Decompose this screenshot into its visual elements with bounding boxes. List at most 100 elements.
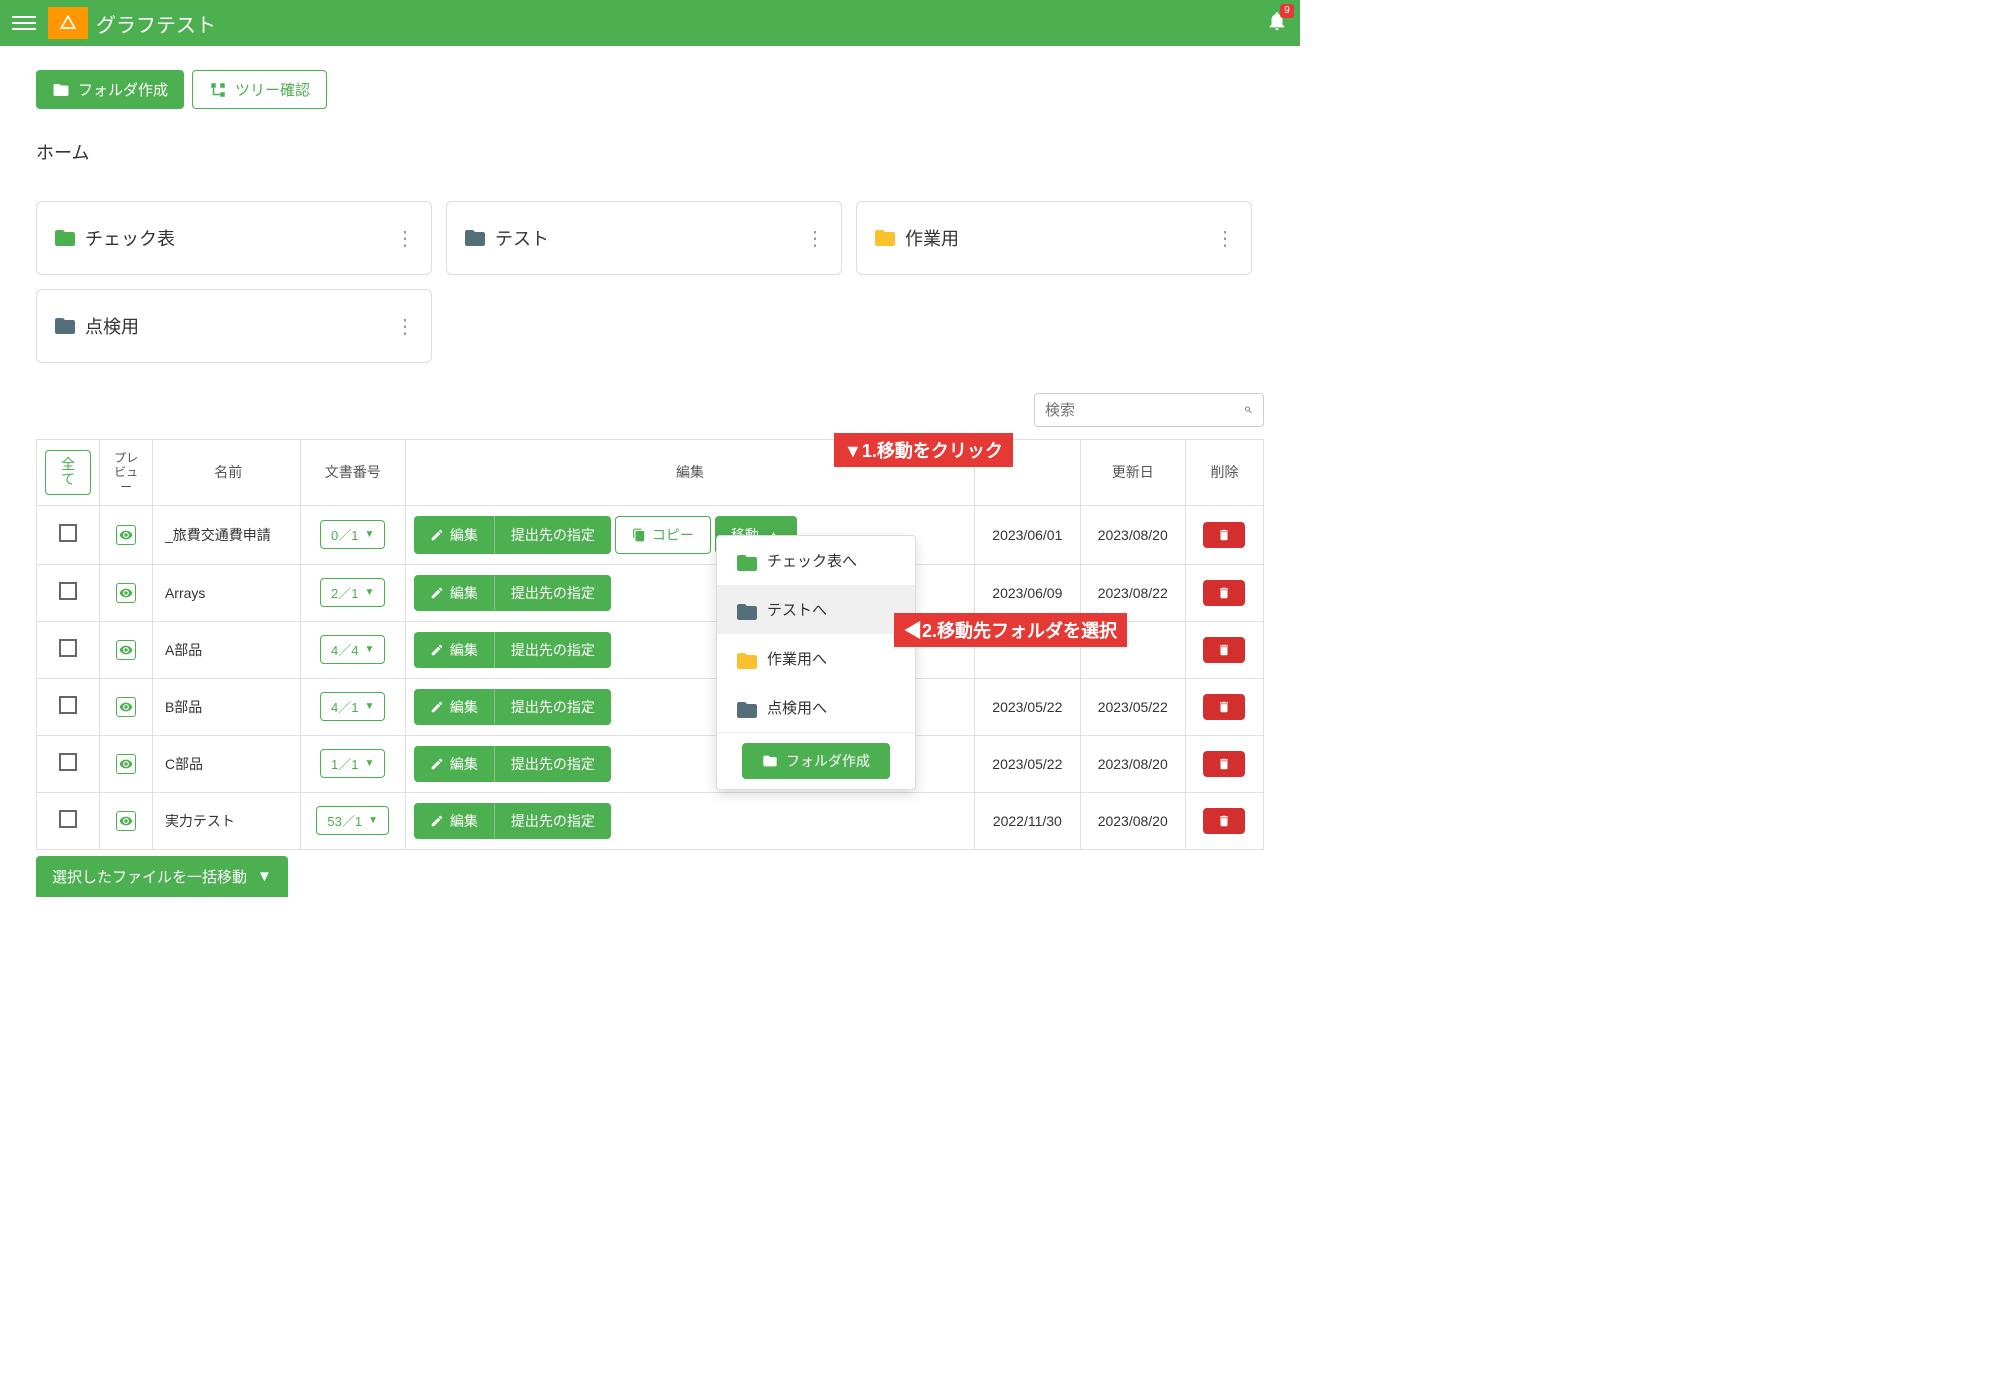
- eye-icon: [119, 757, 133, 771]
- assign-button[interactable]: 提出先の指定: [494, 516, 611, 554]
- doc-number-button[interactable]: 53／1 ▼: [316, 806, 389, 835]
- callout-2: ◀2.移動先フォルダを選択: [894, 613, 1127, 647]
- assign-button[interactable]: 提出先の指定: [494, 746, 611, 782]
- assign-button[interactable]: 提出先の指定: [494, 632, 611, 668]
- copy-button[interactable]: コピー: [615, 516, 711, 554]
- preview-button[interactable]: [116, 640, 136, 660]
- folder-icon: [735, 649, 759, 673]
- trash-icon: [1217, 643, 1231, 657]
- edit-button[interactable]: 編集: [414, 803, 494, 839]
- row-checkbox[interactable]: [59, 524, 77, 542]
- breadcrumb: ホーム: [36, 139, 1264, 165]
- row-name: B部品: [152, 678, 300, 735]
- notifications-button[interactable]: 9: [1266, 10, 1288, 37]
- assign-button[interactable]: 提出先の指定: [494, 575, 611, 611]
- trash-icon: [1217, 814, 1231, 828]
- select-all-button[interactable]: 全て: [45, 450, 91, 495]
- move-menu-item[interactable]: 作業用へ: [717, 634, 915, 683]
- menu-icon[interactable]: [12, 11, 36, 35]
- folder-card[interactable]: テスト⋮: [446, 201, 842, 275]
- move-menu-label: 作業用へ: [767, 648, 827, 669]
- more-icon[interactable]: ⋮: [1215, 226, 1235, 251]
- preview-button[interactable]: [116, 811, 136, 831]
- move-dropdown: チェック表へテストへ作業用へ点検用へ フォルダ作成: [716, 535, 916, 790]
- more-icon[interactable]: ⋮: [395, 226, 415, 251]
- pencil-icon: [430, 586, 444, 600]
- row-checkbox[interactable]: [59, 582, 77, 600]
- chevron-down-icon: ▼: [257, 868, 272, 885]
- row-checkbox[interactable]: [59, 810, 77, 828]
- delete-button[interactable]: [1203, 580, 1245, 606]
- header-delete: 削除: [1185, 440, 1263, 506]
- edit-button[interactable]: 編集: [414, 632, 494, 668]
- chevron-down-icon: ▼: [364, 701, 374, 712]
- table-row: _旅費交通費申請0／1 ▼編集提出先の指定コピー移動 ▲2023/06/0120…: [37, 505, 1264, 564]
- folder-icon: [53, 226, 77, 250]
- more-icon[interactable]: ⋮: [395, 314, 415, 339]
- chevron-down-icon: ▼: [364, 587, 374, 598]
- pencil-icon: [430, 814, 444, 828]
- eye-icon: [119, 586, 133, 600]
- folder-name: 作業用: [905, 225, 1215, 251]
- doc-number-button[interactable]: 2／1 ▼: [320, 578, 385, 607]
- tree-view-button[interactable]: ツリー確認: [192, 70, 327, 109]
- delete-button[interactable]: [1203, 808, 1245, 834]
- doc-number-button[interactable]: 0／1 ▼: [320, 520, 385, 549]
- doc-number-button[interactable]: 4／4 ▼: [320, 635, 385, 664]
- folder-card[interactable]: 作業用⋮: [856, 201, 1252, 275]
- doc-number-button[interactable]: 1／1 ▼: [320, 749, 385, 778]
- folder-card[interactable]: チェック表⋮: [36, 201, 432, 275]
- folder-icon: [735, 698, 759, 722]
- table-row: C部品1／1 ▼編集提出先の指定2023/05/222023/08/20: [37, 735, 1264, 792]
- row-created: 2023/06/01: [975, 505, 1080, 564]
- preview-button[interactable]: [116, 583, 136, 603]
- chevron-down-icon: ▼: [364, 758, 374, 769]
- file-table: 全て プレビュー 名前 文書番号 編集 更新日 削除 _旅費交通費申請0／1 ▼…: [36, 439, 1264, 850]
- move-menu-item[interactable]: テストへ: [717, 585, 915, 634]
- search-box[interactable]: [1034, 393, 1264, 427]
- assign-button[interactable]: 提出先の指定: [494, 689, 611, 725]
- preview-button[interactable]: [116, 697, 136, 717]
- create-folder-button[interactable]: フォルダ作成: [36, 70, 184, 109]
- row-checkbox[interactable]: [59, 753, 77, 771]
- pencil-icon: [430, 700, 444, 714]
- bulk-move-button[interactable]: 選択したファイルを一括移動 ▼: [36, 856, 288, 897]
- folder-name: 点検用: [85, 313, 395, 339]
- delete-button[interactable]: [1203, 751, 1245, 777]
- folder-name: テスト: [495, 225, 805, 251]
- doc-number-button[interactable]: 4／1 ▼: [320, 692, 385, 721]
- folder-icon: [762, 753, 778, 769]
- folder-grid: チェック表⋮テスト⋮作業用⋮点検用⋮: [36, 201, 1264, 363]
- create-folder-label: フォルダ作成: [78, 79, 168, 100]
- edit-button[interactable]: 編集: [414, 689, 494, 725]
- delete-button[interactable]: [1203, 522, 1245, 548]
- edit-button[interactable]: 編集: [414, 575, 494, 611]
- search-input[interactable]: [1045, 402, 1244, 419]
- eye-icon: [119, 528, 133, 542]
- row-name: Arrays: [152, 564, 300, 621]
- tree-icon: [209, 81, 227, 99]
- preview-button[interactable]: [116, 525, 136, 545]
- tree-view-label: ツリー確認: [235, 79, 310, 100]
- notification-badge: 9: [1280, 4, 1294, 18]
- search-icon: [1244, 400, 1253, 420]
- move-menu-item[interactable]: 点検用へ: [717, 683, 915, 732]
- more-icon[interactable]: ⋮: [805, 226, 825, 251]
- row-checkbox[interactable]: [59, 696, 77, 714]
- edit-button[interactable]: 編集: [414, 516, 494, 554]
- edit-button[interactable]: 編集: [414, 746, 494, 782]
- row-checkbox[interactable]: [59, 639, 77, 657]
- app-logo[interactable]: [48, 7, 88, 39]
- delete-button[interactable]: [1203, 637, 1245, 663]
- dropdown-create-folder-button[interactable]: フォルダ作成: [742, 743, 890, 779]
- folder-icon: [463, 226, 487, 250]
- folder-card[interactable]: 点検用⋮: [36, 289, 432, 363]
- row-name: _旅費交通費申請: [152, 505, 300, 564]
- delete-button[interactable]: [1203, 694, 1245, 720]
- move-menu-item[interactable]: チェック表へ: [717, 536, 915, 585]
- preview-button[interactable]: [116, 754, 136, 774]
- folder-icon: [735, 551, 759, 575]
- assign-button[interactable]: 提出先の指定: [494, 803, 611, 839]
- table-row: B部品4／1 ▼編集提出先の指定2023/05/222023/05/22: [37, 678, 1264, 735]
- trash-icon: [1217, 586, 1231, 600]
